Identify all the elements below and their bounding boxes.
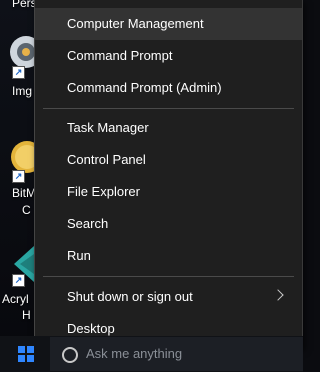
desktop-icon-personal[interactable]: Perso [0, 0, 43, 10]
search-placeholder: Ask me anything [86, 346, 183, 361]
menu-item-file-explorer[interactable]: File Explorer [35, 176, 302, 208]
taskbar-search-box[interactable]: Ask me anything [50, 337, 303, 371]
chevron-right-icon [272, 289, 284, 301]
menu-item-search[interactable]: Search [35, 208, 302, 240]
cortana-icon [62, 347, 78, 363]
menu-item-shut-down-or-sign-out[interactable]: Shut down or sign out [35, 281, 302, 313]
menu-item-control-panel[interactable]: Control Panel [35, 144, 302, 176]
menu-separator [43, 276, 294, 277]
shortcut-arrow-icon: ↗ [12, 170, 25, 183]
taskbar: Ask me anything [0, 336, 303, 372]
desktop-icon-label: Acryl [2, 292, 29, 306]
desktop-icon-acrylic[interactable]: ↗ Acryl H [0, 238, 34, 322]
desktop-icon-label: H [22, 308, 31, 322]
shortcut-arrow-icon: ↗ [12, 66, 25, 79]
desktop-icon-label: Img [12, 84, 33, 98]
windows-logo-icon [18, 346, 34, 362]
desktop-icon-images[interactable]: ↗ Img [0, 28, 34, 98]
desktop-icon-label: BitM [12, 186, 36, 200]
desktop-icon-bitmoney[interactable]: ↗ BitM C [0, 132, 36, 222]
menu-item-task-manager[interactable]: Task Manager [35, 112, 302, 144]
quick-link-menu: Computer Management Command Prompt Comma… [34, 0, 303, 349]
menu-item-command-prompt[interactable]: Command Prompt [35, 40, 302, 72]
desktop-icon-label: C [22, 203, 31, 217]
start-button[interactable] [0, 336, 50, 372]
shortcut-arrow-icon: ↗ [12, 274, 25, 287]
menu-item-label: Shut down or sign out [67, 289, 193, 304]
menu-item-computer-management[interactable]: Computer Management [35, 8, 302, 40]
menu-item-run[interactable]: Run [35, 240, 302, 272]
menu-separator [43, 108, 294, 109]
menu-item-command-prompt-admin[interactable]: Command Prompt (Admin) [35, 72, 302, 104]
